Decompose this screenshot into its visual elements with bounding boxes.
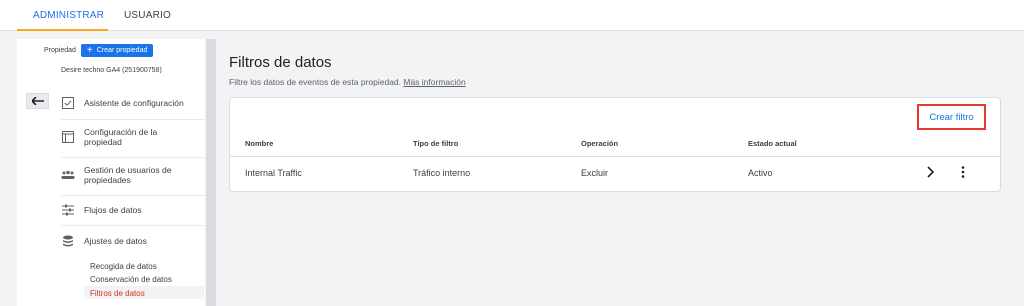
description-text: Filtre los datos de eventos de esta prop… xyxy=(229,77,401,87)
column-header-name: Nombre xyxy=(245,139,274,148)
cell-filter-operation: Excluir xyxy=(581,168,609,178)
nav-item-setup-assistant[interactable]: Asistente de configuración xyxy=(61,96,205,110)
nav-item-label: Ajustes de datos xyxy=(84,236,147,246)
learn-more-link[interactable]: Más información xyxy=(403,77,465,87)
back-arrow-button[interactable] xyxy=(26,93,49,109)
property-header: Propiedad + Crear propiedad xyxy=(44,44,154,57)
nav-item-label: Gestión de usuarios de propiedades xyxy=(84,165,172,185)
property-selector[interactable]: Desire techno GA4 (251900758) xyxy=(61,67,162,74)
tab-administrar[interactable]: ADMINISTRAR xyxy=(17,0,107,31)
property-label: Propiedad xyxy=(44,47,76,54)
checkbox-icon xyxy=(61,96,75,110)
create-property-label: Crear propiedad xyxy=(96,47,148,54)
nav-item-data-streams[interactable]: Flujos de datos xyxy=(61,203,205,217)
nav-item-label: Asistente de configuración xyxy=(84,98,184,108)
people-icon xyxy=(61,168,75,182)
top-tab-bar: ADMINISTRAR USUARIO xyxy=(0,0,1024,31)
cell-filter-name[interactable]: Internal Traffic xyxy=(245,168,302,178)
chevron-right-icon[interactable] xyxy=(925,164,937,180)
page-description: Filtre los datos de eventos de esta prop… xyxy=(229,77,466,87)
page-title: Filtros de datos xyxy=(229,54,332,71)
nav-divider xyxy=(61,195,205,196)
window-icon xyxy=(61,130,75,144)
tab-usuario[interactable]: USUARIO xyxy=(124,0,171,31)
nav-divider xyxy=(61,225,205,226)
create-property-button[interactable]: + Crear propiedad xyxy=(80,44,154,57)
column-header-type: Tipo de filtro xyxy=(413,139,459,148)
more-vert-icon[interactable] xyxy=(958,164,968,180)
nav-divider xyxy=(61,119,205,120)
cell-filter-state: Activo xyxy=(748,168,773,178)
sub-item-data-retention[interactable]: Conservación de datos xyxy=(90,275,172,284)
create-filter-button[interactable]: Crear filtro xyxy=(917,104,986,130)
plus-icon: + xyxy=(86,44,93,56)
nav-item-user-management[interactable]: Gestión de usuarios de propiedades xyxy=(61,165,205,185)
streams-icon xyxy=(61,203,75,217)
nav-item-property-settings[interactable]: Configuración de la propiedad xyxy=(61,127,205,147)
active-tab-indicator xyxy=(17,29,108,31)
nav-item-label: Configuración de la propiedad xyxy=(84,127,158,147)
panel-scrollbar[interactable] xyxy=(206,39,216,306)
back-arrow-icon xyxy=(31,97,44,105)
cell-filter-type: Tráfico interno xyxy=(413,168,471,178)
nav-item-data-settings[interactable]: Ajustes de datos xyxy=(61,234,205,248)
sub-item-data-filters[interactable]: Filtros de datos xyxy=(90,289,145,298)
sub-item-data-collection[interactable]: Recogida de datos xyxy=(90,262,157,271)
table-header-divider xyxy=(230,156,1000,157)
nav-divider xyxy=(61,157,205,158)
database-icon xyxy=(61,234,75,248)
column-header-state: Estado actual xyxy=(748,139,797,148)
column-header-operation: Operación xyxy=(581,139,619,148)
nav-item-label: Flujos de datos xyxy=(84,205,142,215)
